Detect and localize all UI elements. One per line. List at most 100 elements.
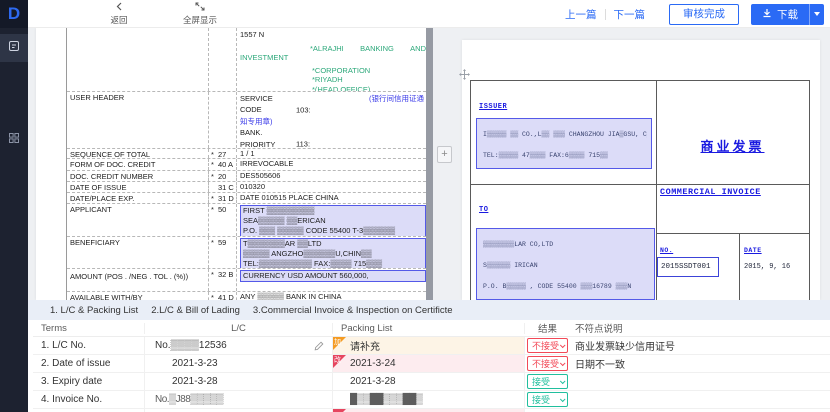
comparison-row-expiry-date: 3. Expiry date 2021-3-28 2021-3-28 接受 — [33, 373, 830, 391]
discrepancy-note-cell[interactable]: 商业发票缺少信用证号 — [570, 337, 830, 354]
lc-value-cell: No.▒J88▒▒▒▒▒ — [145, 391, 333, 408]
next-article-link[interactable]: 下一篇 — [614, 7, 646, 22]
discrepancy-note-cell[interactable] — [570, 373, 830, 390]
invoice-divider — [739, 233, 740, 300]
edit-icon[interactable] — [314, 341, 324, 354]
back-button[interactable]: 返回 — [104, 2, 134, 26]
swift-row-value: ANY ▒▒▒▒▒ BANK IN CHINA — [237, 292, 426, 300]
swift-row-value: IRREVOCABLE — [237, 159, 426, 170]
swift-row-value: 010320 — [237, 182, 426, 192]
packing-value-cell: 改 2021-3-24 — [333, 355, 525, 372]
discrepancy-note-cell[interactable] — [570, 391, 830, 408]
swift-message-table: 1557 N *ALRAJHIBANKINGAND INVESTMENT *CO… — [66, 28, 426, 300]
document-icon — [8, 39, 20, 57]
swift-row-label: SEQUENCE OF TOTAL — [67, 149, 209, 158]
sidebar-item-grid[interactable] — [0, 126, 28, 154]
back-chevron-icon — [115, 2, 124, 15]
header-packing-list: Packing List — [333, 323, 525, 334]
invoice-title-cn: 商业发票 — [656, 136, 809, 155]
back-label: 返回 — [110, 15, 127, 26]
document-scrollbar[interactable] — [426, 28, 433, 300]
download-split-button: 下载 — [751, 4, 824, 25]
download-dropdown-button[interactable] — [809, 4, 824, 25]
to-label: TO — [479, 206, 488, 214]
download-button[interactable]: 下载 — [751, 4, 809, 25]
swift-row-value: DES505606 — [237, 171, 426, 181]
download-icon — [762, 8, 772, 21]
swift-row-label: DATE OF ISSUE — [67, 182, 209, 192]
move-handle-icon[interactable] — [458, 68, 471, 86]
grid-icon — [8, 131, 20, 149]
result-select[interactable]: 不接受 — [527, 356, 568, 371]
sidebar-item-document[interactable] — [0, 34, 28, 62]
chevron-down-icon — [560, 360, 566, 366]
lc-value-cell: 2021-3-28 — [145, 373, 333, 390]
term-cell: 1. L/C No. — [33, 337, 145, 354]
swift-row-label: USER HEADER — [67, 92, 209, 148]
packing-value-cell: 加 请补充 — [333, 337, 525, 354]
chevron-down-icon — [560, 378, 566, 384]
document-compare-area: 1557 N *ALRAJHIBANKINGAND INVESTMENT *CO… — [28, 28, 830, 300]
comparison-row-invoice-no: 4. Invoice No. No.▒J88▒▒▒▒▒ █▒▒██▒▒▒██▒ … — [33, 391, 830, 409]
result-select[interactable]: 不接受 — [527, 338, 568, 353]
link-divider — [605, 9, 606, 20]
packing-value-cell: 2021-3-28 — [333, 373, 525, 390]
swift-row-label: AVAILABLE WITH/BY — [67, 292, 209, 300]
left-sidebar — [0, 28, 28, 412]
swift-row-label: AMOUNT (POS . /NEG . TOL . (%)) — [67, 269, 209, 291]
amount-field-highlight[interactable]: CURRENCY USD AMOUNT 560,000, — [240, 270, 426, 282]
header-terms: Terms — [33, 323, 145, 334]
swift-header-ref: 1557 N — [240, 30, 426, 40]
swift-row-value: 1 / 1 — [237, 149, 426, 158]
swift-row-label: FORM OF DOC. CREDIT — [67, 159, 209, 170]
invoice-date-label: DATE — [744, 247, 762, 254]
term-cell: 2. Date of issue — [33, 355, 145, 372]
swift-row-value: DATE 010515 PLACE CHINA — [237, 193, 426, 203]
issuer-label: ISSUER — [479, 103, 507, 111]
invoice-title-en: COMMERCIAL INVOICE — [660, 187, 761, 197]
header-result: 结果 — [525, 321, 570, 335]
caret-down-icon — [814, 12, 820, 16]
header-lc: L/C — [145, 323, 333, 334]
invoice-no-value: 2015SSDT001 — [661, 263, 711, 271]
swift-row-label: APPLICANT — [67, 204, 209, 236]
result-select[interactable]: 接受 — [527, 374, 568, 389]
lc-document-page[interactable]: 1557 N *ALRAJHIBANKINGAND INVESTMENT *CO… — [36, 28, 426, 300]
invoice-table: ISSUER I▒▒▒▒▒ ▒▒ CO.,L▒▒ ▒▒▒ CHANGZHOU J… — [470, 80, 810, 300]
discrepancy-note-cell[interactable]: 日期不一致 — [570, 355, 830, 372]
swift-bank-name: *ALRAJHIBANKINGAND — [310, 44, 426, 54]
download-label: 下载 — [777, 7, 798, 22]
comparison-tabs: 1. L/C & Packing List 2.L/C & Bill of La… — [28, 300, 830, 320]
swift-row-label: DOC. CREDIT NUMBER — [67, 171, 209, 181]
comparison-row-date-of-issue: 2. Date of issue 2021-3-23 改 2021-3-24 不… — [33, 355, 830, 373]
result-select[interactable]: 接受 — [527, 392, 568, 407]
fullscreen-icon — [195, 2, 205, 15]
review-complete-button[interactable]: 审核完成 — [669, 4, 739, 25]
to-field-highlight[interactable]: ▒▒▒▒▒▒▒▒LAR CO,LTD S▒▒▒▒▒▒ IRICAN P.O. B… — [476, 228, 655, 300]
chevron-down-icon — [560, 342, 566, 348]
badge-add-icon: 加 — [333, 337, 346, 350]
swift-row-label: BENEFICIARY — [67, 237, 209, 268]
issuer-field-highlight[interactable]: I▒▒▒▒▒ ▒▒ CO.,L▒▒ ▒▒▒ CHANGZHOU JIA▒GSU,… — [476, 118, 652, 169]
tab-ci-inspection-certificate[interactable]: 3.Commercial Invoice & Inspection on Cer… — [253, 305, 453, 316]
invoice-divider — [656, 233, 809, 234]
bank-seal-note: (银行间信用证通 — [369, 93, 424, 116]
invoice-document-page[interactable]: ISSUER I▒▒▒▒▒ ▒▒ CO.,L▒▒ ▒▒▒ CHANGZHOU J… — [462, 40, 820, 300]
fullscreen-button[interactable]: 全屏显示 — [178, 2, 222, 26]
prev-article-link[interactable]: 上一篇 — [565, 7, 597, 22]
tab-lc-bill-of-lading[interactable]: 2.L/C & Bill of Lading — [151, 305, 240, 316]
zoom-in-button[interactable]: + — [437, 146, 452, 163]
applicant-field-highlight[interactable]: FIRST ▒▒▒▒▒▒▒▒▒ SEA▒▒▒▒▒ ▒▒ERICAN P.O. ▒… — [240, 205, 426, 236]
lc-value-cell: No.▒▒▒▒12536 — [145, 337, 333, 354]
comparison-row-lc-no: 1. L/C No. No.▒▒▒▒12536 加 请补充 不接受 商业发票缺少… — [33, 337, 830, 355]
invoice-no-label: NO. — [660, 247, 673, 254]
packing-value-cell: █▒▒██▒▒▒██▒ — [333, 391, 525, 408]
badge-modify-icon: 改 — [333, 355, 346, 368]
comparison-header-row: Terms L/C Packing List 结果 不符点说明 — [33, 320, 830, 337]
swift-row-label: DATE/PLACE EXP. — [67, 193, 209, 203]
term-cell: 3. Expiry date — [33, 373, 145, 390]
tab-lc-packing-list[interactable]: 1. L/C & Packing List — [50, 305, 138, 316]
swift-bank-name-2: INVESTMENT — [240, 53, 426, 63]
beneficiary-field-highlight[interactable]: T▒▒▒▒▒▒▒AR ▒▒LTD ▒▒▒▒▒ ANGZHO▒▒▒▒▒▒U,CHI… — [240, 238, 426, 268]
fullscreen-label: 全屏显示 — [183, 15, 217, 26]
